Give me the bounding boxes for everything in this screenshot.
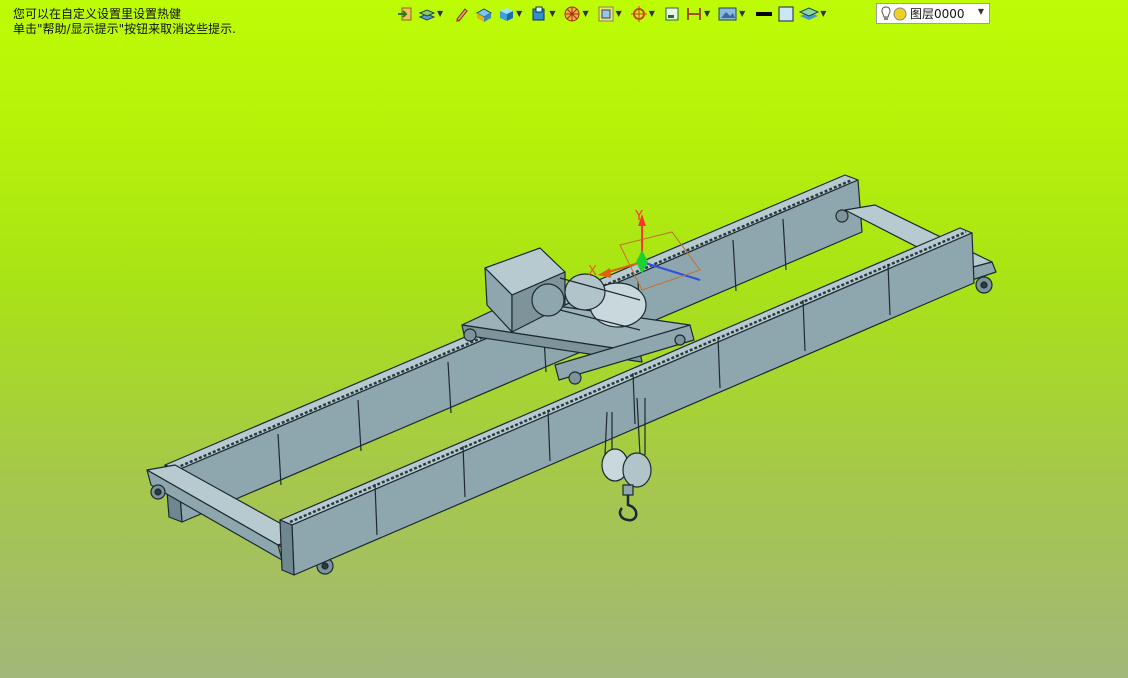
y-axis-label: Y: [634, 209, 643, 224]
x-axis-label: X: [588, 264, 597, 279]
model-viewport[interactable]: Y X: [0, 0, 1128, 678]
